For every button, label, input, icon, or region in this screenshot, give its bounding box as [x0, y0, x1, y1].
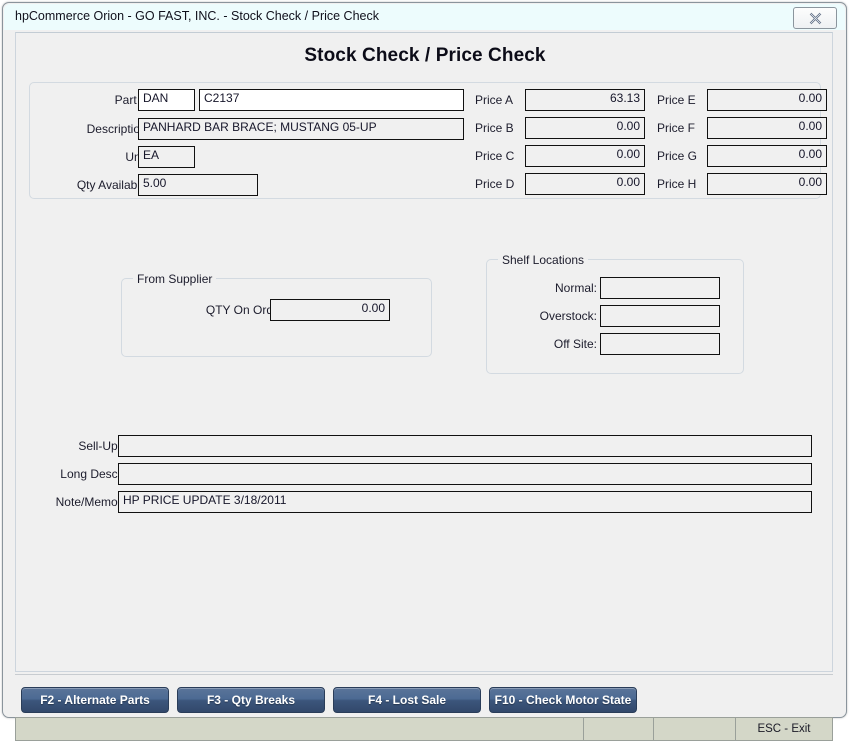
shelf-offsite-input[interactable]: [600, 333, 720, 355]
shelf-normal-input[interactable]: [600, 277, 720, 299]
price-h-input[interactable]: 0.00: [707, 173, 827, 195]
alternate-parts-button[interactable]: F2 - Alternate Parts: [21, 687, 169, 713]
price-a-label: Price A: [475, 93, 514, 107]
title-bar: hpCommerce Orion - GO FAST, INC. - Stock…: [4, 4, 845, 31]
status-cell-esc-exit[interactable]: ESC - Exit: [736, 718, 832, 740]
part-prefix-input[interactable]: DAN: [138, 89, 195, 111]
status-cell-2: [584, 718, 654, 740]
price-f-input[interactable]: 0.00: [707, 117, 827, 139]
client-area: Stock Check / Price Check Part #: DAN C2…: [4, 30, 845, 741]
status-cell-3: [654, 718, 736, 740]
unit-input[interactable]: EA: [138, 146, 195, 168]
qty-available-input[interactable]: 5.00: [138, 174, 258, 196]
window-title: hpCommerce Orion - GO FAST, INC. - Stock…: [15, 9, 379, 23]
shelf-overstock-input[interactable]: [600, 305, 720, 327]
long-desc-label: Long Desc:: [60, 467, 121, 481]
price-d-input[interactable]: 0.00: [525, 173, 645, 195]
shelf-offsite-label: Off Site:: [553, 337, 597, 351]
shelf-overstock-label: Overstock:: [539, 309, 597, 323]
qty-available-label: Qty Available:: [76, 178, 150, 192]
price-g-input[interactable]: 0.00: [707, 145, 827, 167]
status-cell-message: [16, 718, 584, 740]
price-b-input[interactable]: 0.00: [525, 117, 645, 139]
close-button[interactable]: [793, 7, 837, 29]
price-e-label: Price E: [657, 93, 696, 107]
price-e-input[interactable]: 0.00: [707, 89, 827, 111]
page-title: Stock Check / Price Check: [304, 45, 546, 66]
from-supplier-group: From Supplier QTY On Order: 0.00: [121, 272, 432, 357]
close-x-icon: [809, 12, 822, 25]
lost-sale-button[interactable]: F4 - Lost Sale: [333, 687, 481, 713]
part-and-price-panel: Part #: DAN C2137 Description: PANHARD B…: [29, 82, 827, 199]
price-a-input[interactable]: 63.13: [525, 89, 645, 111]
content-frame: Stock Check / Price Check Part #: DAN C2…: [15, 32, 833, 672]
price-c-label: Price C: [475, 149, 515, 163]
price-c-input[interactable]: 0.00: [525, 145, 645, 167]
from-supplier-caption: From Supplier: [133, 272, 217, 286]
qty-on-order-input[interactable]: 0.00: [270, 299, 390, 321]
price-h-label: Price H: [657, 177, 697, 191]
price-g-label: Price G: [657, 149, 698, 163]
qty-on-order-label: QTY On Order:: [205, 303, 287, 317]
shelf-locations-caption: Shelf Locations: [498, 253, 589, 267]
long-desc-input[interactable]: [118, 463, 812, 485]
price-b-label: Price B: [475, 121, 514, 135]
shelf-normal-label: Normal:: [554, 281, 597, 295]
part-number-input[interactable]: C2137: [199, 89, 464, 111]
qty-breaks-button[interactable]: F3 - Qty Breaks: [177, 687, 325, 713]
button-bar-separator: [15, 674, 833, 675]
price-d-label: Price D: [475, 177, 515, 191]
shelf-locations-group: Shelf Locations Normal: Overstock: Off S…: [486, 253, 744, 374]
description-label: Description:: [86, 122, 150, 136]
note-memo-input[interactable]: HP PRICE UPDATE 3/18/2011: [118, 491, 812, 513]
price-f-label: Price F: [657, 121, 696, 135]
sell-up-input[interactable]: [118, 435, 812, 457]
sell-up-label: Sell-Up:: [78, 439, 121, 453]
note-memo-label: Note/Memo:: [55, 495, 121, 509]
application-window: hpCommerce Orion - GO FAST, INC. - Stock…: [2, 2, 847, 741]
check-motor-state-button[interactable]: F10 - Check Motor State: [489, 687, 637, 713]
status-bar: ESC - Exit: [15, 717, 833, 741]
description-input[interactable]: PANHARD BAR BRACE; MUSTANG 05-UP: [138, 118, 464, 140]
